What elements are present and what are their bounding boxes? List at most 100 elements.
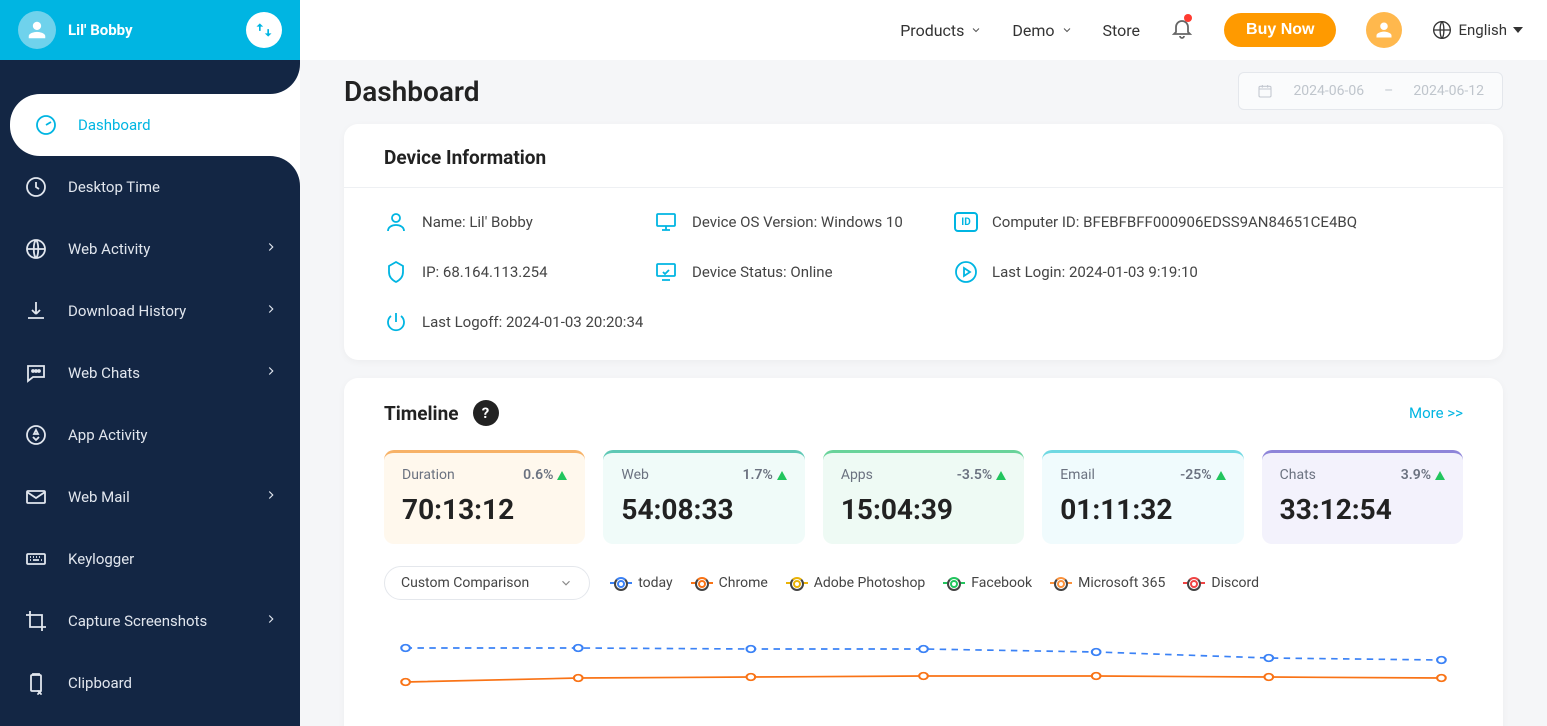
sidebar-item-desktop-time[interactable]: Desktop Time	[0, 156, 300, 218]
user-area[interactable]: Lil' Bobby	[18, 11, 133, 49]
device-id: IDComputer ID: BFEBFBFF000906EDSS9AN8465…	[954, 210, 1463, 234]
swap-button[interactable]	[246, 12, 282, 48]
arrow-up-icon	[557, 471, 567, 480]
sidebar-item-web-activity[interactable]: Web Activity	[0, 218, 300, 280]
sidebar-item-clipboard[interactable]: Clipboard	[0, 652, 300, 714]
sidebar-item-capture-screenshots[interactable]: Capture Screenshots	[0, 590, 300, 652]
nav-label: Capture Screenshots	[68, 612, 207, 630]
sidebar-item-keylogger[interactable]: Keylogger	[0, 528, 300, 590]
comparison-dropdown[interactable]: Custom Comparison	[384, 566, 590, 600]
nav-demo-label: Demo	[1012, 21, 1054, 40]
crop-icon	[22, 607, 50, 635]
device-os: Device OS Version: Windows 10	[654, 210, 944, 234]
profile-button[interactable]	[1366, 12, 1402, 48]
clock-icon	[22, 173, 50, 201]
legend-item-adobe-photoshop[interactable]: .legend-swatch::before{border-color:inhe…	[786, 575, 926, 591]
stat-label: Apps	[841, 467, 873, 483]
nav-store[interactable]: Store	[1103, 21, 1140, 40]
stat-card-web[interactable]: Web 1.7% 54:08:33	[603, 450, 804, 544]
mail-icon	[22, 483, 50, 511]
chevron-right-icon	[264, 612, 278, 630]
language-label: English	[1458, 21, 1507, 39]
arrow-up-icon	[1435, 471, 1445, 480]
help-button[interactable]: ?	[473, 400, 499, 426]
download-icon	[22, 297, 50, 325]
stat-label: Web	[621, 467, 649, 483]
timeline-title: Timeline	[384, 402, 459, 425]
sidebar-item-app-activity[interactable]: App Activity	[0, 404, 300, 466]
nav-label: Dashboard	[78, 116, 151, 134]
device-info-grid: Name: Lil' Bobby Device OS Version: Wind…	[344, 188, 1503, 360]
stat-card-email[interactable]: Email -25% 01:11:32	[1042, 450, 1243, 544]
notifications-button[interactable]	[1170, 16, 1194, 44]
nav-label: Web Activity	[68, 240, 150, 258]
device-info-header: Device Information	[344, 124, 1503, 188]
globe-icon	[1432, 20, 1452, 40]
play-icon	[954, 260, 978, 284]
nav-label: Download History	[68, 302, 186, 320]
stat-value: 01:11:32	[1060, 493, 1225, 526]
device-info-card: Device Information Name: Lil' Bobby Devi…	[344, 124, 1503, 360]
nav: Dashboard Desktop Time Web Activity Down…	[0, 60, 300, 714]
device-status: Device Status: Online	[654, 260, 944, 284]
caret-down-icon	[1513, 27, 1523, 33]
clipboard-icon	[22, 669, 50, 697]
language-selector[interactable]: English	[1432, 20, 1523, 40]
stat-card-chats[interactable]: Chats 3.9% 33:12:54	[1262, 450, 1463, 544]
stat-pct: 0.6%	[523, 467, 553, 483]
globe-icon	[22, 235, 50, 263]
id-icon: ID	[954, 212, 978, 232]
stat-card-apps[interactable]: Apps -3.5% 15:04:39	[823, 450, 1024, 544]
content: Dashboard 2024-06-06 – 2024-06-12 Device…	[300, 60, 1547, 726]
avatar	[18, 11, 56, 49]
device-last-login: Last Login: 2024-01-03 9:19:10	[954, 260, 1463, 284]
timeline-more-link[interactable]: More >>	[1409, 404, 1463, 422]
legend-item-microsoft-365[interactable]: .legend-swatch::before{border-color:inhe…	[1050, 575, 1165, 591]
stat-pct: 3.9%	[1401, 467, 1431, 483]
nav-products[interactable]: Products	[900, 21, 982, 40]
chevron-down-icon	[970, 24, 982, 36]
legend-item-chrome[interactable]: .legend-swatch::before{border-color:inhe…	[691, 575, 768, 591]
user-name: Lil' Bobby	[68, 21, 133, 39]
sidebar-item-web-mail[interactable]: Web Mail	[0, 466, 300, 528]
legend-item-discord[interactable]: .legend-swatch::before{border-color:inhe…	[1183, 575, 1259, 591]
date-from: 2024-06-06	[1293, 83, 1364, 99]
sidebar-item-dashboard[interactable]: Dashboard	[10, 94, 300, 156]
user-icon	[1374, 20, 1394, 40]
date-range-picker[interactable]: 2024-06-06 – 2024-06-12	[1238, 72, 1503, 110]
page-title: Dashboard	[344, 75, 480, 108]
stat-row: Duration 0.6% 70:13:12Web 1.7% 54:08:33A…	[344, 426, 1503, 544]
device-name: Name: Lil' Bobby	[384, 210, 644, 234]
chat-icon	[22, 359, 50, 387]
calendar-icon	[1257, 83, 1273, 99]
chevron-right-icon	[264, 302, 278, 320]
device-ip: IP: 68.164.113.254	[384, 260, 644, 284]
sidebar-item-web-chats[interactable]: Web Chats	[0, 342, 300, 404]
stat-label: Chats	[1280, 467, 1316, 483]
stat-value: 33:12:54	[1280, 493, 1445, 526]
notification-dot	[1184, 14, 1192, 22]
stat-card-duration[interactable]: Duration 0.6% 70:13:12	[384, 450, 585, 544]
nav-demo[interactable]: Demo	[1012, 21, 1072, 40]
user-outline-icon	[384, 210, 408, 234]
nav-label: Clipboard	[68, 674, 132, 692]
nav-store-label: Store	[1103, 21, 1140, 40]
power-icon	[384, 310, 408, 334]
arrow-up-icon	[777, 471, 787, 480]
nav-label: App Activity	[68, 426, 147, 444]
ip-icon	[384, 260, 408, 284]
legend-item-facebook[interactable]: .legend-swatch::before{border-color:inhe…	[943, 575, 1032, 591]
dropdown-label: Custom Comparison	[401, 575, 529, 591]
date-dash: –	[1384, 83, 1393, 99]
timeline-chart	[344, 610, 1503, 726]
sidebar-item-download-history[interactable]: Download History	[0, 280, 300, 342]
legend-item-today[interactable]: .legend-swatch::before{border-color:inhe…	[610, 575, 672, 591]
buy-now-button[interactable]: Buy Now	[1224, 13, 1336, 47]
chevron-right-icon	[264, 240, 278, 258]
stat-pct: -25%	[1180, 467, 1211, 483]
nav-label: Web Mail	[68, 488, 130, 506]
legend-row: Custom Comparison .legend-swatch::before…	[344, 544, 1503, 610]
stat-value: 70:13:12	[402, 493, 567, 526]
nav-products-label: Products	[900, 21, 964, 40]
stat-pct: 1.7%	[743, 467, 773, 483]
